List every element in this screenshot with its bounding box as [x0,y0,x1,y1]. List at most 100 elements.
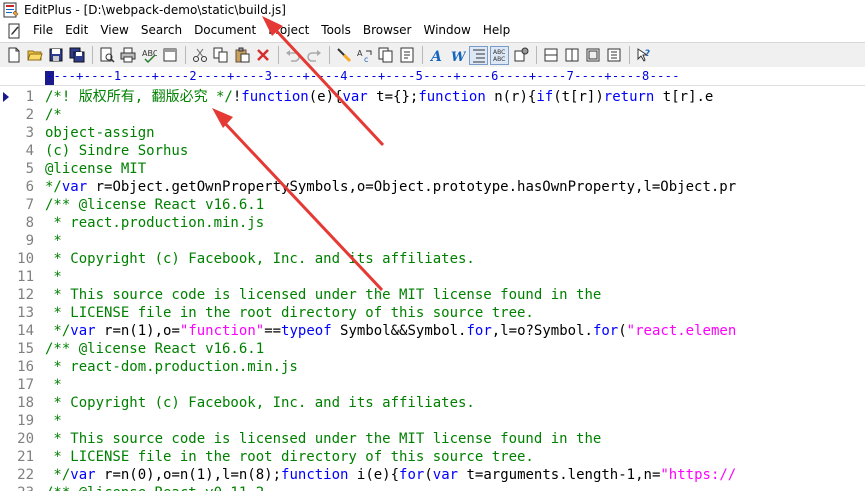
code-token-comment: /* [45,107,62,123]
cut-icon[interactable] [190,46,209,65]
code-line[interactable]: 20 * This source code is licensed under … [0,430,865,448]
toolbar-separator [185,46,186,64]
delete-icon[interactable] [253,46,272,65]
line-code: */var r=Object.getOwnPropertySymbols,o=O… [45,178,736,196]
code-token-keyword: var [70,467,96,483]
code-line[interactable]: 9 * [0,232,865,250]
code-token-comment: object-assign [45,125,155,141]
code-line[interactable]: 2 /* [0,106,865,124]
preview-browser-icon[interactable] [160,46,179,65]
save-icon[interactable] [46,46,65,65]
find-in-files-icon[interactable] [376,46,395,65]
code-line[interactable]: 19 * [0,412,865,430]
toolbar-separator [278,46,279,64]
copy-icon[interactable] [211,46,230,65]
line-number-icon[interactable] [469,45,488,65]
redo-icon[interactable] [304,46,323,65]
window-cascade-icon[interactable] [583,46,602,65]
column-select-icon[interactable]: ABC ABC [490,45,509,65]
toolbar-separator [422,46,423,64]
print-preview-icon[interactable] [97,46,116,65]
code-line[interactable]: 21 * LICENSE file in the root directory … [0,448,865,466]
code-line[interactable]: 6 */var r=Object.getOwnPropertySymbols,o=… [0,178,865,196]
code-line[interactable]: 18 * Copyright (c) Facebook, Inc. and it… [0,394,865,412]
paste-icon[interactable] [232,46,251,65]
code-token-string: "react.elemen [626,323,737,339]
code-token-comment: * [45,269,62,285]
menu-document[interactable]: Document [188,21,262,40]
code-token-comment: @license MIT [45,161,147,177]
line-code: /** @license React v0.11.2 [45,484,264,491]
svg-text:c: c [364,55,368,63]
code-editor[interactable]: 1 /*! 版权所有, 翻版必究 */!function(e){var t={};… [0,86,865,491]
menu-browser[interactable]: Browser [357,21,418,40]
find-icon[interactable] [334,46,353,65]
line-number: 21 [17,449,34,465]
code-line[interactable]: 5 @license MIT [0,160,865,178]
menu-edit[interactable]: Edit [59,21,94,40]
code-token-keyword: typeof [281,323,332,339]
line-number: 7 [25,197,34,213]
code-line[interactable]: 23 /** @license React v0.11.2 [0,484,865,491]
word-wrap-icon[interactable]: W [448,46,467,65]
window-list-icon[interactable] [604,46,623,65]
code-line[interactable]: 15 /** @license React v16.6.1 [0,340,865,358]
code-line[interactable]: 4 (c) Sindre Sorhus [0,142,865,160]
code-token-comment: * [45,377,62,393]
line-number: 2 [25,107,34,123]
code-token-plain: (t[r]) [553,89,604,105]
line-code: * react.production.min.js [45,214,264,232]
menu-file[interactable]: File [27,21,59,40]
code-token-plain: t={}; [367,89,419,105]
line-number: 23 [10,484,34,491]
code-line[interactable]: 13 * LICENSE file in the root directory … [0,304,865,322]
line-code: */var r=n(1),o="function"==typeof Symbol… [45,322,736,340]
menu-search[interactable]: Search [135,21,188,40]
goto-icon[interactable] [397,46,416,65]
document-menu-icon[interactable] [7,23,23,39]
code-line[interactable]: 14 */var r=n(1),o="function"==typeof Sym… [0,322,865,340]
menu-window[interactable]: Window [418,21,477,40]
menu-project[interactable]: Project [262,21,315,40]
code-line[interactable]: 12 * This source code is licensed under … [0,286,865,304]
save-all-icon[interactable] [67,46,86,65]
replace-icon[interactable]: Ac [355,46,374,65]
code-line[interactable]: 8 * react.production.min.js [0,214,865,232]
settings-icon[interactable] [511,46,530,65]
code-line[interactable]: 7 /** @license React v16.6.1 [0,196,865,214]
window-tile-icon[interactable] [562,46,581,65]
new-file-icon[interactable] [4,46,23,65]
window-split-icon[interactable] [541,46,560,65]
spell-check-icon[interactable]: ABC [139,46,158,65]
code-token-comment: */ [45,323,71,339]
line-code: * This source code is licensed under the… [45,430,601,448]
code-line[interactable]: 17 * [0,376,865,394]
code-token-keyword: function [281,467,349,483]
menu-help[interactable]: Help [477,21,516,40]
line-number: 13 [17,305,34,321]
code-line[interactable]: 3 object-assign [0,124,865,142]
code-token-plain: n(r){ [485,89,537,105]
undo-icon[interactable] [283,46,302,65]
menu-view[interactable]: View [94,21,134,40]
menu-tools[interactable]: Tools [315,21,357,40]
code-line[interactable]: 11 * [0,268,865,286]
line-number: 20 [17,431,34,447]
line-code: * Copyright (c) Facebook, Inc. and its a… [45,250,474,268]
open-folder-icon[interactable] [25,46,44,65]
code-line[interactable]: 10 * Copyright (c) Facebook, Inc. and it… [0,250,865,268]
help-icon[interactable]: ? [634,46,653,65]
code-token-plain: i(e){ [348,467,400,483]
code-line[interactable]: 22 */var r=n(0),o=n(1),l=n(8);function i… [0,466,865,484]
line-number: 9 [25,233,34,249]
ruler-scale: ----+----1----+----2----+----3----+----4… [46,69,680,83]
font-icon[interactable]: A [427,46,446,65]
line-number: 22 [17,467,34,483]
code-token-comment: /*! 版权所有, 翻版必究 */ [45,89,233,105]
print-icon[interactable] [118,46,137,65]
editplus-app-icon[interactable] [3,2,19,18]
code-token-string: "function" [179,323,265,339]
code-line[interactable]: 1 /*! 版权所有, 翻版必究 */!function(e){var t={};… [0,88,865,106]
code-token-plain: t=arguments.length-1,n= [458,467,661,483]
code-line[interactable]: 16 * react-dom.production.min.js [0,358,865,376]
